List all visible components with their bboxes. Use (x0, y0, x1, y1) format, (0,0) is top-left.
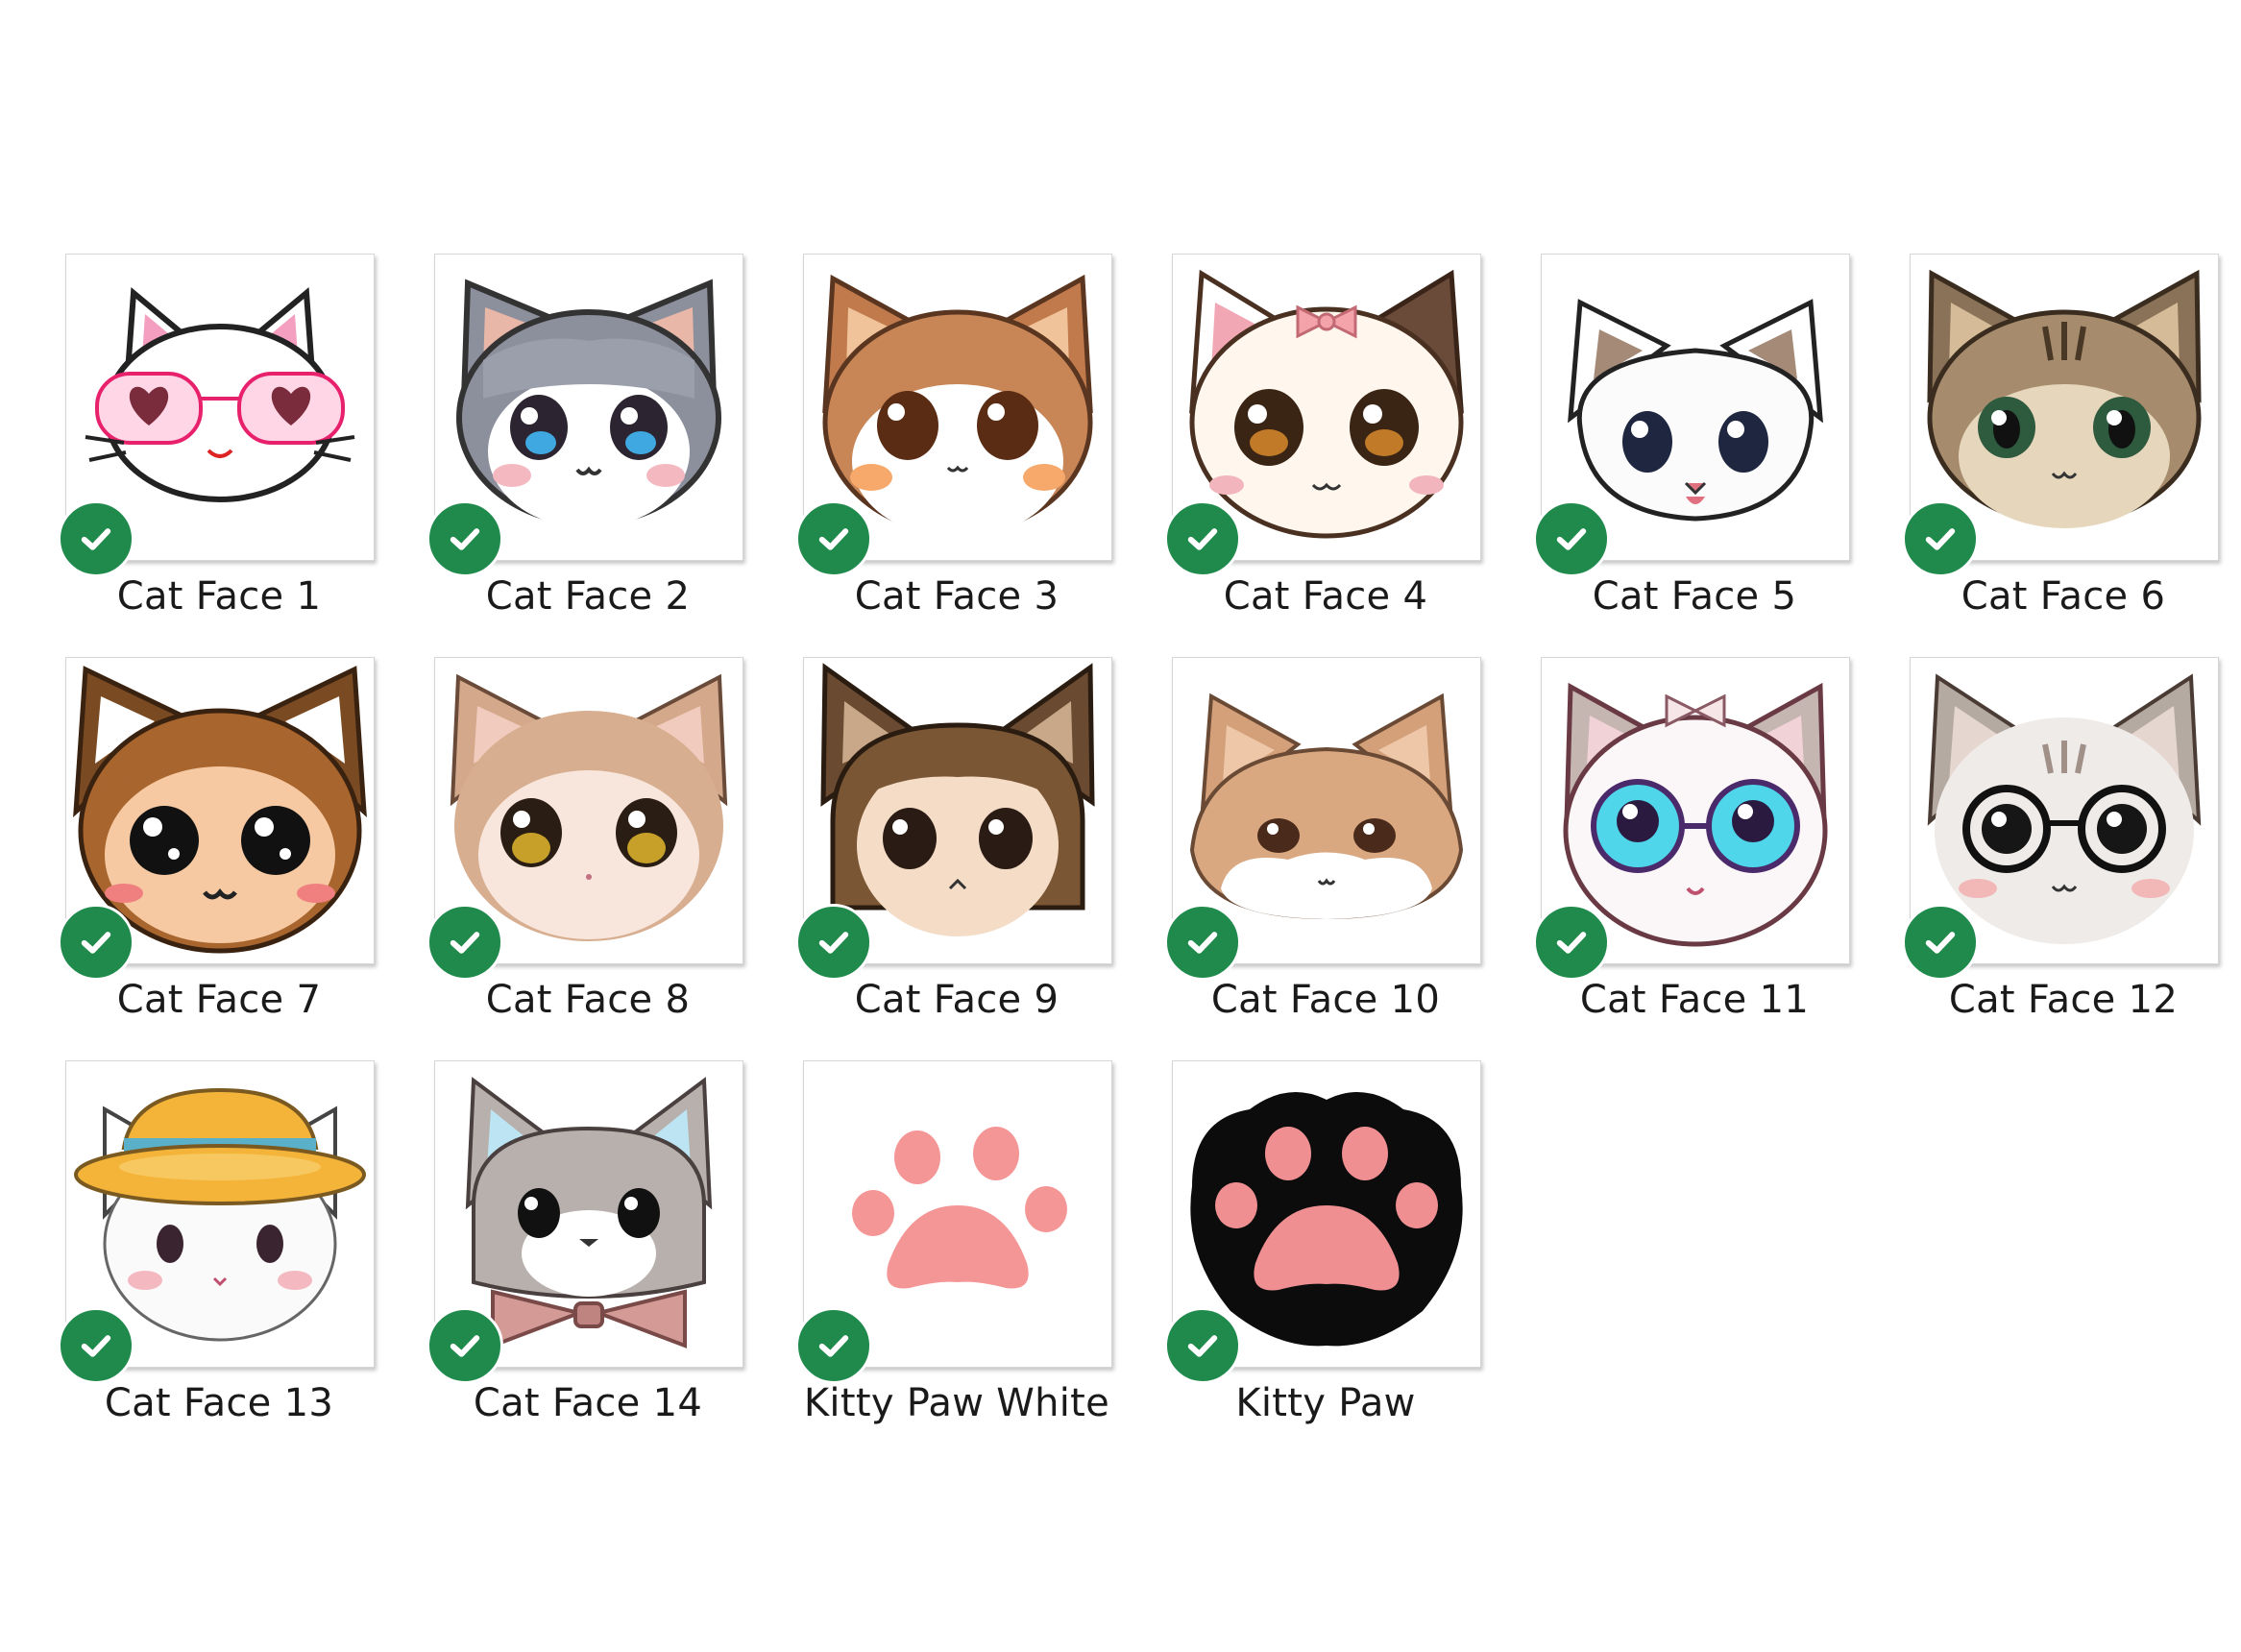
file-grid: Cat Face 1 Cat Face 2 Cat Face 3 Cat Fac… (58, 252, 2221, 1425)
synced-check-icon (58, 1307, 134, 1384)
file-name[interactable]: Cat Face 13 (42, 1381, 396, 1425)
file-tile[interactable]: Cat Face 3 (795, 252, 1114, 619)
file-name[interactable]: Cat Face 1 (42, 574, 396, 619)
file-tile[interactable]: Cat Face 11 (1533, 655, 1852, 1022)
file-name[interactable]: Cat Face 3 (780, 574, 1133, 619)
file-tile[interactable]: Cat Face 1 (58, 252, 377, 619)
file-name[interactable]: Cat Face 12 (1887, 978, 2240, 1022)
file-tile[interactable]: Cat Face 13 (58, 1058, 377, 1425)
synced-check-icon (1902, 500, 1979, 577)
file-name[interactable]: Kitty Paw White (780, 1381, 1133, 1425)
file-name[interactable]: Kitty Paw (1149, 1381, 1502, 1425)
file-tile[interactable]: Cat Face 6 (1902, 252, 2221, 619)
synced-check-icon (58, 904, 134, 981)
synced-check-icon (1533, 500, 1610, 577)
file-tile[interactable]: Cat Face 10 (1164, 655, 1483, 1022)
file-name[interactable]: Cat Face 14 (411, 1381, 765, 1425)
synced-check-icon (1164, 1307, 1241, 1384)
synced-check-icon (426, 1307, 503, 1384)
file-name[interactable]: Cat Face 4 (1149, 574, 1502, 619)
file-name[interactable]: Cat Face 8 (411, 978, 765, 1022)
synced-check-icon (1164, 904, 1241, 981)
file-tile[interactable]: Kitty Paw White (795, 1058, 1114, 1425)
file-tile[interactable]: Cat Face 8 (426, 655, 745, 1022)
synced-check-icon (58, 500, 134, 577)
synced-check-icon (795, 904, 872, 981)
synced-check-icon (1902, 904, 1979, 981)
file-tile[interactable]: Cat Face 2 (426, 252, 745, 619)
file-tile[interactable]: Cat Face 14 (426, 1058, 745, 1425)
file-name[interactable]: Cat Face 10 (1149, 978, 1502, 1022)
file-name[interactable]: Cat Face 2 (411, 574, 765, 619)
file-name[interactable]: Cat Face 6 (1887, 574, 2240, 619)
file-tile[interactable]: Cat Face 12 (1902, 655, 2221, 1022)
file-tile[interactable]: Cat Face 4 (1164, 252, 1483, 619)
synced-check-icon (795, 500, 872, 577)
synced-check-icon (1164, 500, 1241, 577)
file-name[interactable]: Cat Face 7 (42, 978, 396, 1022)
synced-check-icon (1533, 904, 1610, 981)
file-tile[interactable]: Cat Face 5 (1533, 252, 1852, 619)
synced-check-icon (426, 500, 503, 577)
file-name[interactable]: Cat Face 5 (1518, 574, 1871, 619)
synced-check-icon (426, 904, 503, 981)
file-name[interactable]: Cat Face 9 (780, 978, 1133, 1022)
file-tile[interactable]: Kitty Paw (1164, 1058, 1483, 1425)
file-tile[interactable]: Cat Face 9 (795, 655, 1114, 1022)
file-tile[interactable]: Cat Face 7 (58, 655, 377, 1022)
synced-check-icon (795, 1307, 872, 1384)
file-name[interactable]: Cat Face 11 (1518, 978, 1871, 1022)
